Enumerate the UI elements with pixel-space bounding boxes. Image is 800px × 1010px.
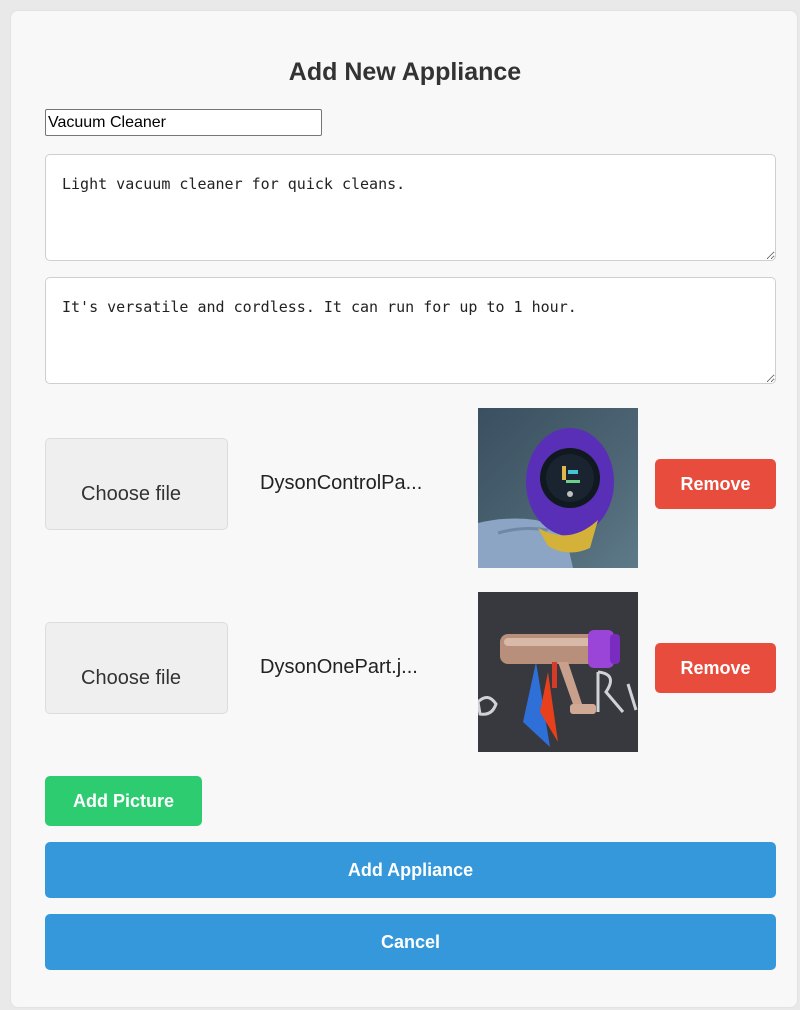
cancel-button[interactable]: Cancel — [45, 914, 776, 970]
add-appliance-button[interactable]: Add Appliance — [45, 842, 776, 898]
add-picture-button[interactable]: Add Picture — [45, 776, 202, 826]
short-description-textarea[interactable]: Light vacuum cleaner for quick cleans. — [45, 154, 776, 261]
vacuum-part-photo — [478, 592, 638, 752]
long-description-textarea[interactable]: It's versatile and cordless. It can run … — [45, 277, 776, 384]
picture-row: Choose file DysonControlPa... Remove — [45, 408, 777, 568]
remove-picture-button[interactable]: Remove — [655, 643, 776, 693]
file-name-label: DysonOnePart.j... — [260, 656, 418, 678]
thumbnail-image — [478, 408, 638, 568]
appliance-name-input[interactable] — [45, 109, 322, 136]
remove-picture-button[interactable]: Remove — [655, 459, 776, 509]
picture-row: Choose file DysonOnePart.j... Remove — [45, 592, 777, 752]
file-name-label: DysonControlPa... — [260, 472, 423, 494]
choose-file-button[interactable]: Choose file — [45, 622, 228, 714]
choose-file-button[interactable]: Choose file — [45, 438, 228, 530]
thumbnail-image — [478, 592, 638, 752]
vacuum-display-photo — [478, 408, 638, 568]
add-appliance-modal: Add New Appliance Light vacuum cleaner f… — [10, 10, 798, 1008]
modal-title: Add New Appliance — [288, 58, 522, 86]
